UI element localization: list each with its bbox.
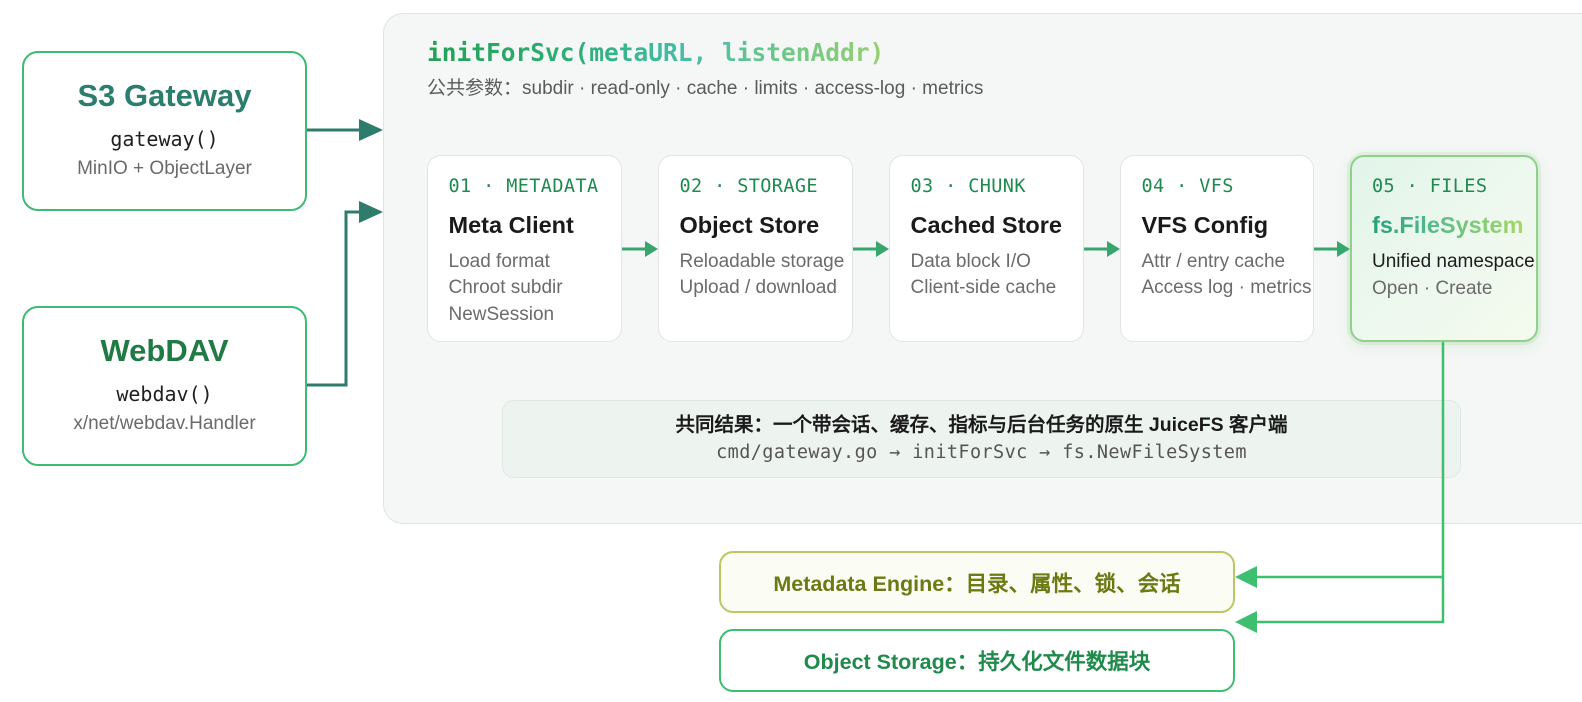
stage-details: Load format Chroot subdir NewSession	[449, 249, 622, 329]
stage-detail: Reloadable storage	[679, 250, 845, 272]
stage-card-vfs: 04 · VFS VFS Config Attr / entry cache A…	[1120, 155, 1314, 342]
stage-tag: 01 · METADATA	[448, 175, 599, 197]
node-description: x/net/webdav.Handler	[73, 413, 256, 434]
node-description: MinIO + ObjectLayer	[77, 158, 252, 179]
stage-detail: Client-side cache	[910, 277, 1057, 298]
object-storage-node: Object Storage：持久化文件数据块	[719, 629, 1235, 692]
stage-detail: Unified namespace	[1372, 251, 1535, 272]
stage-detail: Open · Create	[1372, 277, 1493, 299]
s3-gateway-node: S3 Gateway gateway() MinIO + ObjectLayer	[22, 51, 307, 211]
stage-name: fs.FileSystem	[1372, 212, 1524, 238]
metadata-engine-node: Metadata Engine：目录、属性、锁、会话	[719, 551, 1235, 613]
stage-name: VFS Config	[1141, 211, 1269, 238]
stage-details: Unified namespace Open · Create	[1372, 249, 1536, 302]
stage-detail: Upload / download	[679, 277, 837, 298]
stage-tag: 02 · STORAGE	[679, 175, 818, 197]
stage-tag: 05 · FILES	[1372, 176, 1488, 197]
stage-tag: 04 · VFS	[1141, 175, 1234, 197]
stage-details: Attr / entry cache Access log · metrics	[1142, 249, 1314, 302]
stage-card-files: 05 · FILES fs.FileSystem Unified namespa…	[1350, 155, 1538, 342]
stage-detail: Attr / entry cache	[1141, 250, 1286, 272]
edge-webdav-to-init	[307, 210, 362, 387]
arrowhead-object-storage	[1235, 611, 1257, 633]
arrowhead-metadata-engine	[1235, 566, 1257, 588]
stage-name: Object Store	[679, 211, 820, 238]
diagram-canvas: S3 Gateway gateway() MinIO + ObjectLayer…	[0, 0, 1582, 702]
node-title: S3 Gateway	[77, 78, 252, 113]
stage-card-storage: 02 · STORAGE Object Store Reloadable sto…	[658, 155, 853, 342]
webdav-node: WebDAV webdav() x/net/webdav.Handler	[22, 306, 307, 466]
stage-detail: Chroot subdir	[448, 277, 563, 298]
init-for-svc-panel: initForSvc(metaURL, listenAddr) 公共参数：sub…	[383, 13, 1582, 524]
result-call-path: cmd/gateway.go → initForSvc → fs.NewFile…	[716, 442, 1247, 463]
stage-name: Meta Client	[448, 211, 574, 238]
stage-details: Data block I/O Client-side cache	[911, 249, 1084, 302]
stage-card-chunk: 03 · CHUNK Cached Store Data block I/O C…	[889, 155, 1084, 342]
stage-name: Cached Store	[910, 211, 1063, 238]
stage-detail: Load format	[448, 250, 550, 272]
stage-card-metadata: 01 · METADATA Meta Client Load format Ch…	[427, 155, 622, 342]
stage-detail: NewSession	[448, 303, 555, 325]
stage-detail: Access log · metrics	[1141, 277, 1312, 298]
panel-title: initForSvc(metaURL, listenAddr)	[427, 38, 885, 67]
node-function: gateway()	[110, 127, 219, 151]
common-result-box: 共同结果：一个带会话、缓存、指标与后台任务的原生 JuiceFS 客户端 cmd…	[502, 400, 1461, 478]
stage-tag: 03 · CHUNK	[910, 175, 1026, 197]
stage-detail: Data block I/O	[910, 250, 1031, 272]
arrowhead-s3-gateway	[359, 119, 383, 141]
result-title: 共同结果：一个带会话、缓存、指标与后台任务的原生 JuiceFS 客户端	[675, 414, 1288, 436]
stage-details: Reloadable storage Upload / download	[680, 249, 853, 302]
node-title: WebDAV	[100, 333, 229, 368]
panel-params: 公共参数：subdir · read-only · cache · limits…	[427, 78, 984, 99]
arrowhead-webdav	[359, 201, 383, 223]
node-function: webdav()	[116, 382, 213, 406]
